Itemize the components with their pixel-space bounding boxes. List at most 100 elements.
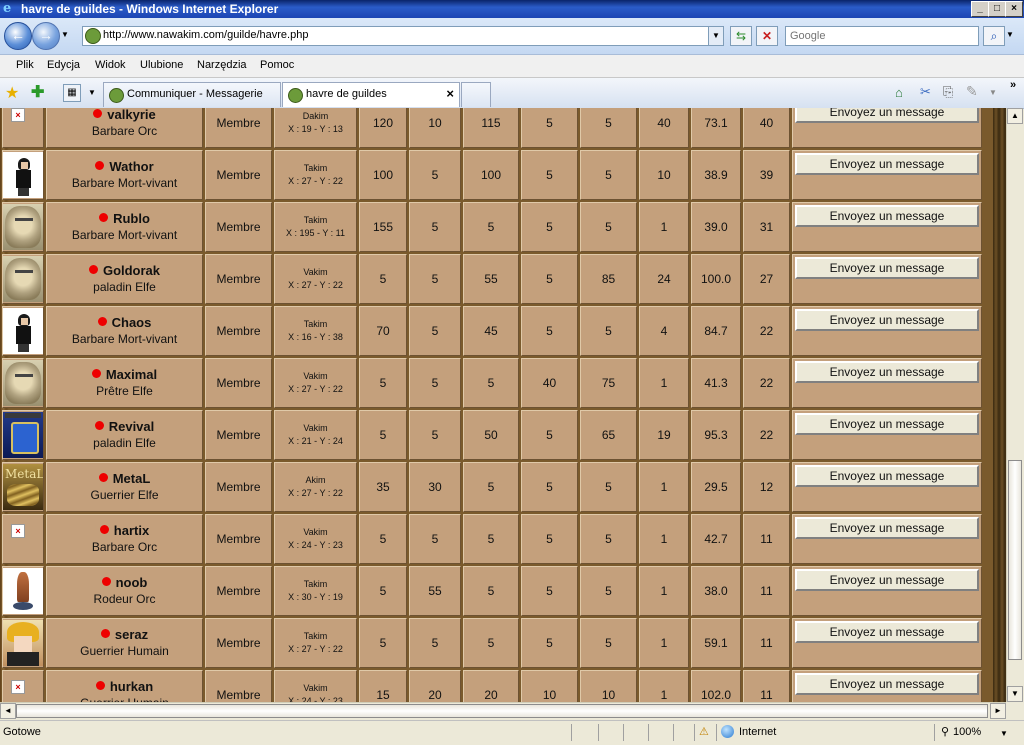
scroll-left-arrow-icon[interactable]: ◄ xyxy=(0,703,16,719)
member-name[interactable]: Rublo xyxy=(113,211,150,226)
zoom-level[interactable]: 100% xyxy=(953,726,981,738)
maximize-button[interactable]: □ xyxy=(988,1,1006,17)
member-name[interactable]: Maximal xyxy=(106,367,157,382)
history-dropdown-icon[interactable]: ▼ xyxy=(61,30,69,39)
toolbar-overflow-icon[interactable]: » xyxy=(1010,79,1016,91)
send-message-button[interactable]: Envoyez un message xyxy=(795,621,979,643)
vertical-scroll-thumb[interactable] xyxy=(1008,460,1022,660)
horizontal-scroll-thumb[interactable] xyxy=(16,704,988,718)
position-city: Vakim xyxy=(303,267,328,277)
vertical-scrollbar[interactable]: ▲ ▼ xyxy=(1006,108,1023,702)
scroll-down-arrow-icon[interactable]: ▼ xyxy=(1007,686,1023,702)
table-row: Revival paladin Elfe Membre Vakim X : 21 - Y… xyxy=(2,410,982,460)
stat-2: 55 xyxy=(409,566,461,616)
member-position: Takim X : 27 - Y : 22 xyxy=(274,150,357,200)
tab-favicon-icon xyxy=(288,88,303,103)
member-name[interactable]: Revival xyxy=(109,419,155,434)
send-message-button[interactable]: Envoyez un message xyxy=(795,517,979,539)
member-name[interactable]: hartix xyxy=(114,523,149,538)
search-input[interactable] xyxy=(790,28,970,44)
member-name[interactable]: Goldorak xyxy=(103,263,160,278)
online-status-icon xyxy=(100,629,110,638)
member-cell: hartix Barbare Orc xyxy=(46,514,203,564)
forward-button[interactable]: → xyxy=(32,22,60,50)
stat-3: 5 xyxy=(463,202,519,252)
zoom-dropdown-icon[interactable]: ▼ xyxy=(1000,729,1008,738)
ie-logo-icon: e xyxy=(3,1,12,16)
refresh-button[interactable]: ⇆ xyxy=(730,26,752,46)
member-position: Vakim X : 24 - Y : 23 xyxy=(274,670,357,702)
search-box[interactable] xyxy=(785,26,979,46)
stat-4: 5 xyxy=(521,462,578,512)
stat-5: 5 xyxy=(580,306,637,356)
security-zone[interactable]: Internet xyxy=(739,726,776,738)
table-row: × hurkanGuerrier HumainMembre Vakim X : 24 … xyxy=(2,670,982,702)
send-message-button[interactable]: Envoyez un message xyxy=(795,569,979,591)
send-message-button[interactable]: Envoyez un message xyxy=(795,108,979,123)
send-message-button[interactable]: Envoyez un message xyxy=(795,673,979,695)
favorites-star-icon[interactable]: ★ xyxy=(5,83,19,103)
avatar xyxy=(2,254,44,304)
stat-7: 102.0 xyxy=(691,670,741,702)
close-window-button[interactable]: × xyxy=(1005,1,1023,17)
position-city: Vakim xyxy=(303,423,328,433)
feeds-icon[interactable]: ✂ xyxy=(920,84,931,100)
member-name[interactable]: Wathor xyxy=(109,159,153,174)
scroll-right-arrow-icon[interactable]: ► xyxy=(990,703,1006,719)
stat-2: 5 xyxy=(409,202,461,252)
send-message-button[interactable]: Envoyez un message xyxy=(795,309,979,331)
stat-5: 75 xyxy=(580,358,637,408)
quick-tabs-icon[interactable]: ▦ xyxy=(63,84,81,102)
home-icon[interactable]: ⌂ xyxy=(895,85,903,100)
member-name[interactable]: seraz xyxy=(115,627,148,642)
internet-zone-icon xyxy=(721,725,734,738)
menu-edycja[interactable]: Edycja xyxy=(47,59,80,71)
address-url[interactable]: http://www.nawakim.com/guilde/havre.php xyxy=(103,29,308,41)
page-tools-icon[interactable]: ✎ xyxy=(966,83,978,100)
tab-messagerie[interactable]: Communiquer - Messagerie xyxy=(103,82,281,107)
table-row: noob Rodeur Orc Membre Takim X : 30 - Y : 19… xyxy=(2,566,982,616)
member-name[interactable]: noob xyxy=(116,575,148,590)
scroll-up-arrow-icon[interactable]: ▲ xyxy=(1007,108,1023,124)
menu-narzedzia[interactable]: Narzędzia xyxy=(197,59,247,71)
close-tab-icon[interactable]: × xyxy=(446,86,454,101)
address-bar[interactable]: http://www.nawakim.com/guilde/havre.php … xyxy=(82,26,724,46)
stop-button[interactable]: ✕ xyxy=(756,26,778,46)
tab-havre-de-guildes[interactable]: havre de guildes × xyxy=(282,82,460,107)
search-go-button[interactable]: ⌕ xyxy=(983,26,1005,46)
stat-1: 100 xyxy=(359,150,407,200)
page-tools-dropdown-icon[interactable]: ▼ xyxy=(989,88,997,97)
print-icon[interactable]: ⎘ xyxy=(943,84,953,100)
menu-plik[interactable]: Plik xyxy=(16,59,34,71)
member-name[interactable]: valkyrie xyxy=(107,108,155,122)
position-coords: X : 27 - Y : 22 xyxy=(288,280,343,290)
member-name[interactable]: MetaL xyxy=(113,471,151,486)
stat-5: 5 xyxy=(580,202,637,252)
member-name[interactable]: Chaos xyxy=(112,315,152,330)
stat-5: 10 xyxy=(580,670,637,702)
back-button[interactable]: ← xyxy=(4,22,32,50)
menu-ulubione[interactable]: Ulubione xyxy=(140,59,183,71)
send-message-button[interactable]: Envoyez un message xyxy=(795,205,979,227)
send-message-button[interactable]: Envoyez un message xyxy=(795,465,979,487)
horizontal-scrollbar[interactable]: ◄ ► xyxy=(0,702,1006,719)
protected-mode-icon[interactable]: ⚠ xyxy=(699,725,709,738)
menu-bar: Plik Edycja Widok Ulubione Narzędzia Pom… xyxy=(0,55,1024,78)
member-cell: Revival paladin Elfe xyxy=(46,410,203,460)
address-dropdown-icon[interactable]: ▼ xyxy=(708,27,723,45)
member-name[interactable]: hurkan xyxy=(110,679,153,694)
send-message-button[interactable]: Envoyez un message xyxy=(795,413,979,435)
add-favorite-icon[interactable]: ✚ xyxy=(31,82,44,102)
new-tab-button[interactable] xyxy=(461,82,491,107)
menu-pomoc[interactable]: Pomoc xyxy=(260,59,294,71)
send-message-button[interactable]: Envoyez un message xyxy=(795,153,979,175)
search-options-icon[interactable]: ▼ xyxy=(1006,30,1014,39)
zoom-icon[interactable]: ⚲ xyxy=(941,725,949,738)
member-cell: noob Rodeur Orc xyxy=(46,566,203,616)
send-message-button[interactable]: Envoyez un message xyxy=(795,257,979,279)
avatar xyxy=(2,306,44,356)
send-message-button[interactable]: Envoyez un message xyxy=(795,361,979,383)
menu-widok[interactable]: Widok xyxy=(95,59,126,71)
tab-list-dropdown-icon[interactable]: ▼ xyxy=(88,88,96,97)
minimize-button[interactable]: _ xyxy=(971,1,989,17)
